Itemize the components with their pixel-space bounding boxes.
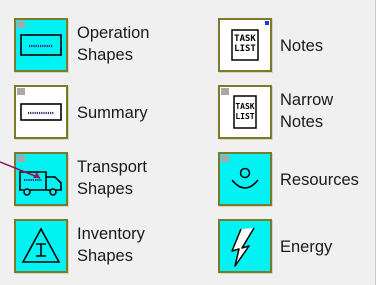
energy-label-line1: Energy xyxy=(280,238,333,256)
inventory-shapes-label: Inventory Shapes xyxy=(77,223,145,267)
narrow-notes-label-line1: Narrow xyxy=(280,91,334,109)
summary-label: Summary xyxy=(77,102,148,124)
resources-item[interactable]: Resources xyxy=(218,152,368,206)
resources-label: Resources xyxy=(280,169,359,191)
energy-item[interactable]: Energy xyxy=(218,219,368,273)
summary-box-icon xyxy=(20,103,62,121)
pointer-arrow-icon xyxy=(0,161,41,179)
task-list-narrow-text-line1: TASK xyxy=(235,102,255,111)
narrow-notes-label-line2: Notes xyxy=(280,113,324,131)
operation-shapes-label-line1: Operation xyxy=(77,24,150,42)
resources-label-line1: Resources xyxy=(280,171,359,189)
task-list-text-line1: TASK xyxy=(234,34,256,44)
inventory-shapes-label-line1: Inventory xyxy=(77,225,145,243)
inventory-triangle-icon xyxy=(21,227,61,263)
transport-shapes-label-line2: Shapes xyxy=(77,180,133,198)
resources-tile[interactable] xyxy=(218,152,272,206)
task-list-text-line2: LIST xyxy=(234,44,256,54)
transport-shapes-label: Transport Shapes xyxy=(77,156,147,200)
task-list-narrow-icon-text: TASK LIST xyxy=(220,102,270,122)
inventory-shapes-item[interactable]: Inventory Shapes xyxy=(14,219,184,273)
task-list-narrow-text-line2: LIST xyxy=(235,112,255,121)
operation-shapes-tile[interactable] xyxy=(14,18,68,72)
notes-label-line1: Notes xyxy=(280,37,324,55)
inventory-shapes-label-line2: Shapes xyxy=(77,247,133,265)
operation-shapes-label-line2: Shapes xyxy=(77,46,133,64)
task-list-icon-text: TASK LIST xyxy=(220,34,270,54)
notes-label: Notes xyxy=(280,35,323,57)
transport-shapes-label-line1: Transport xyxy=(77,158,147,176)
notes-tile[interactable]: TASK LIST xyxy=(218,18,272,72)
lightning-icon xyxy=(231,227,255,267)
shape-palette: Operation Shapes Summary Transport Shape… xyxy=(0,0,376,285)
notes-item[interactable]: TASK LIST Notes xyxy=(218,18,368,72)
operation-shapes-label: Operation Shapes xyxy=(77,22,149,66)
energy-label: Energy xyxy=(280,236,332,258)
summary-label-line1: Summary xyxy=(77,104,148,122)
summary-item[interactable]: Summary xyxy=(14,85,184,139)
narrow-notes-label: Narrow Notes xyxy=(280,89,333,133)
operation-shapes-item[interactable]: Operation Shapes xyxy=(14,18,184,72)
inventory-shapes-tile[interactable] xyxy=(14,219,68,273)
narrow-notes-item[interactable]: TASK LIST Narrow Notes xyxy=(218,85,368,139)
resource-operator-icon xyxy=(231,167,259,189)
narrow-notes-tile[interactable]: TASK LIST xyxy=(218,85,272,139)
operation-box-icon xyxy=(20,34,62,56)
energy-tile[interactable] xyxy=(218,219,272,273)
summary-tile[interactable] xyxy=(14,85,68,139)
